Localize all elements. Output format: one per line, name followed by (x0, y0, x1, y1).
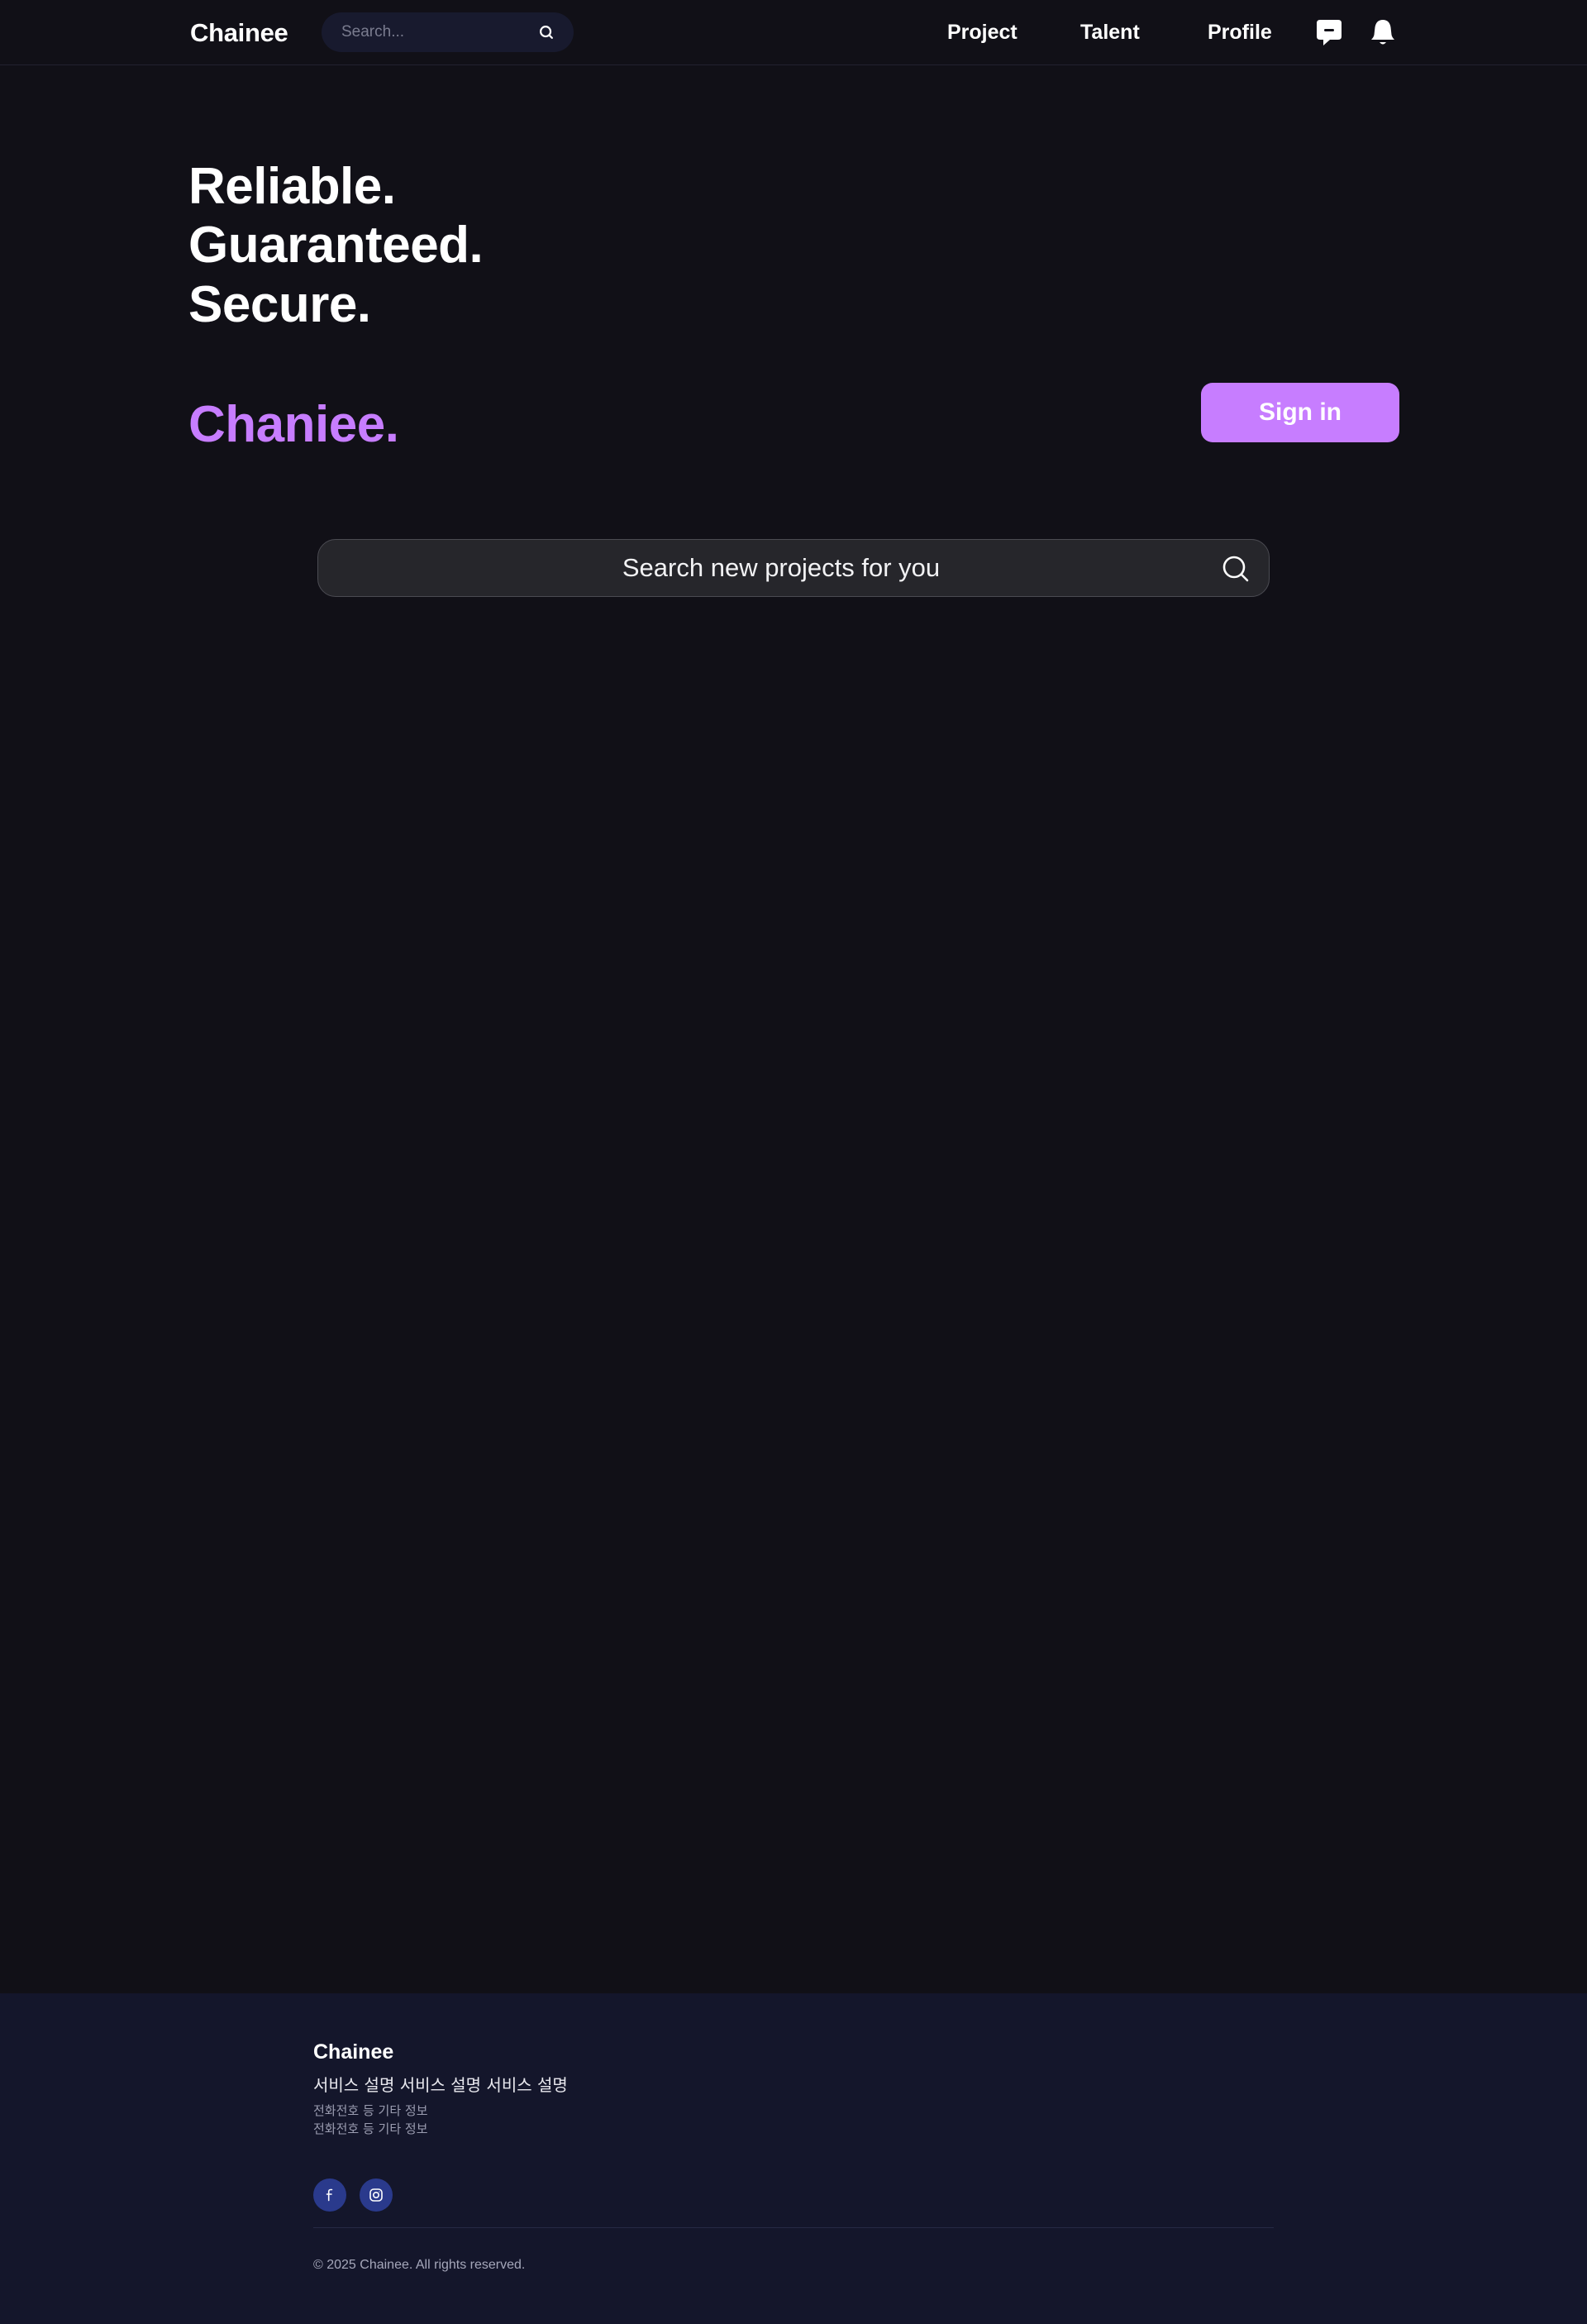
instagram-icon[interactable] (360, 2178, 393, 2212)
hero-line-reliable: Reliable. (188, 158, 396, 215)
header-search-input[interactable] (341, 12, 523, 52)
search-icon[interactable] (1221, 554, 1251, 584)
footer-description: 서비스 설명 서비스 설명 서비스 설명 (313, 2075, 568, 2095)
facebook-icon[interactable] (313, 2178, 346, 2212)
bell-icon[interactable] (1367, 17, 1399, 48)
top-navbar: Chainee Project Talent Profile (0, 0, 1587, 65)
hero-line-secure: Secure. (188, 276, 371, 333)
footer-info-line: 전화전호 등 기타 정보 (313, 2103, 428, 2118)
chat-icon[interactable] (1313, 17, 1345, 48)
nav-project[interactable]: Project (947, 21, 1017, 45)
hero-brand-name: Chaniee. (188, 396, 399, 453)
nav-talent[interactable]: Talent (1080, 21, 1140, 45)
copyright-text: © 2025 Chainee. All rights reserved. (313, 2258, 526, 2272)
project-search-bar[interactable] (317, 539, 1270, 597)
footer-info-line: 전화전호 등 기타 정보 (313, 2121, 428, 2136)
footer-logo: Chainee (313, 2040, 394, 2064)
site-logo[interactable]: Chainee (190, 18, 288, 48)
hero-line-guaranteed: Guaranteed. (188, 217, 484, 274)
site-footer: Chainee 서비스 설명 서비스 설명 서비스 설명 전화전호 등 기타 정… (0, 1993, 1587, 2324)
header-search-box[interactable] (322, 12, 574, 52)
nav-profile[interactable]: Profile (1208, 21, 1272, 45)
search-icon[interactable] (537, 23, 555, 41)
footer-divider (313, 2227, 1274, 2228)
project-search-input[interactable] (368, 540, 1194, 596)
sign-in-button[interactable]: Sign in (1201, 383, 1399, 442)
